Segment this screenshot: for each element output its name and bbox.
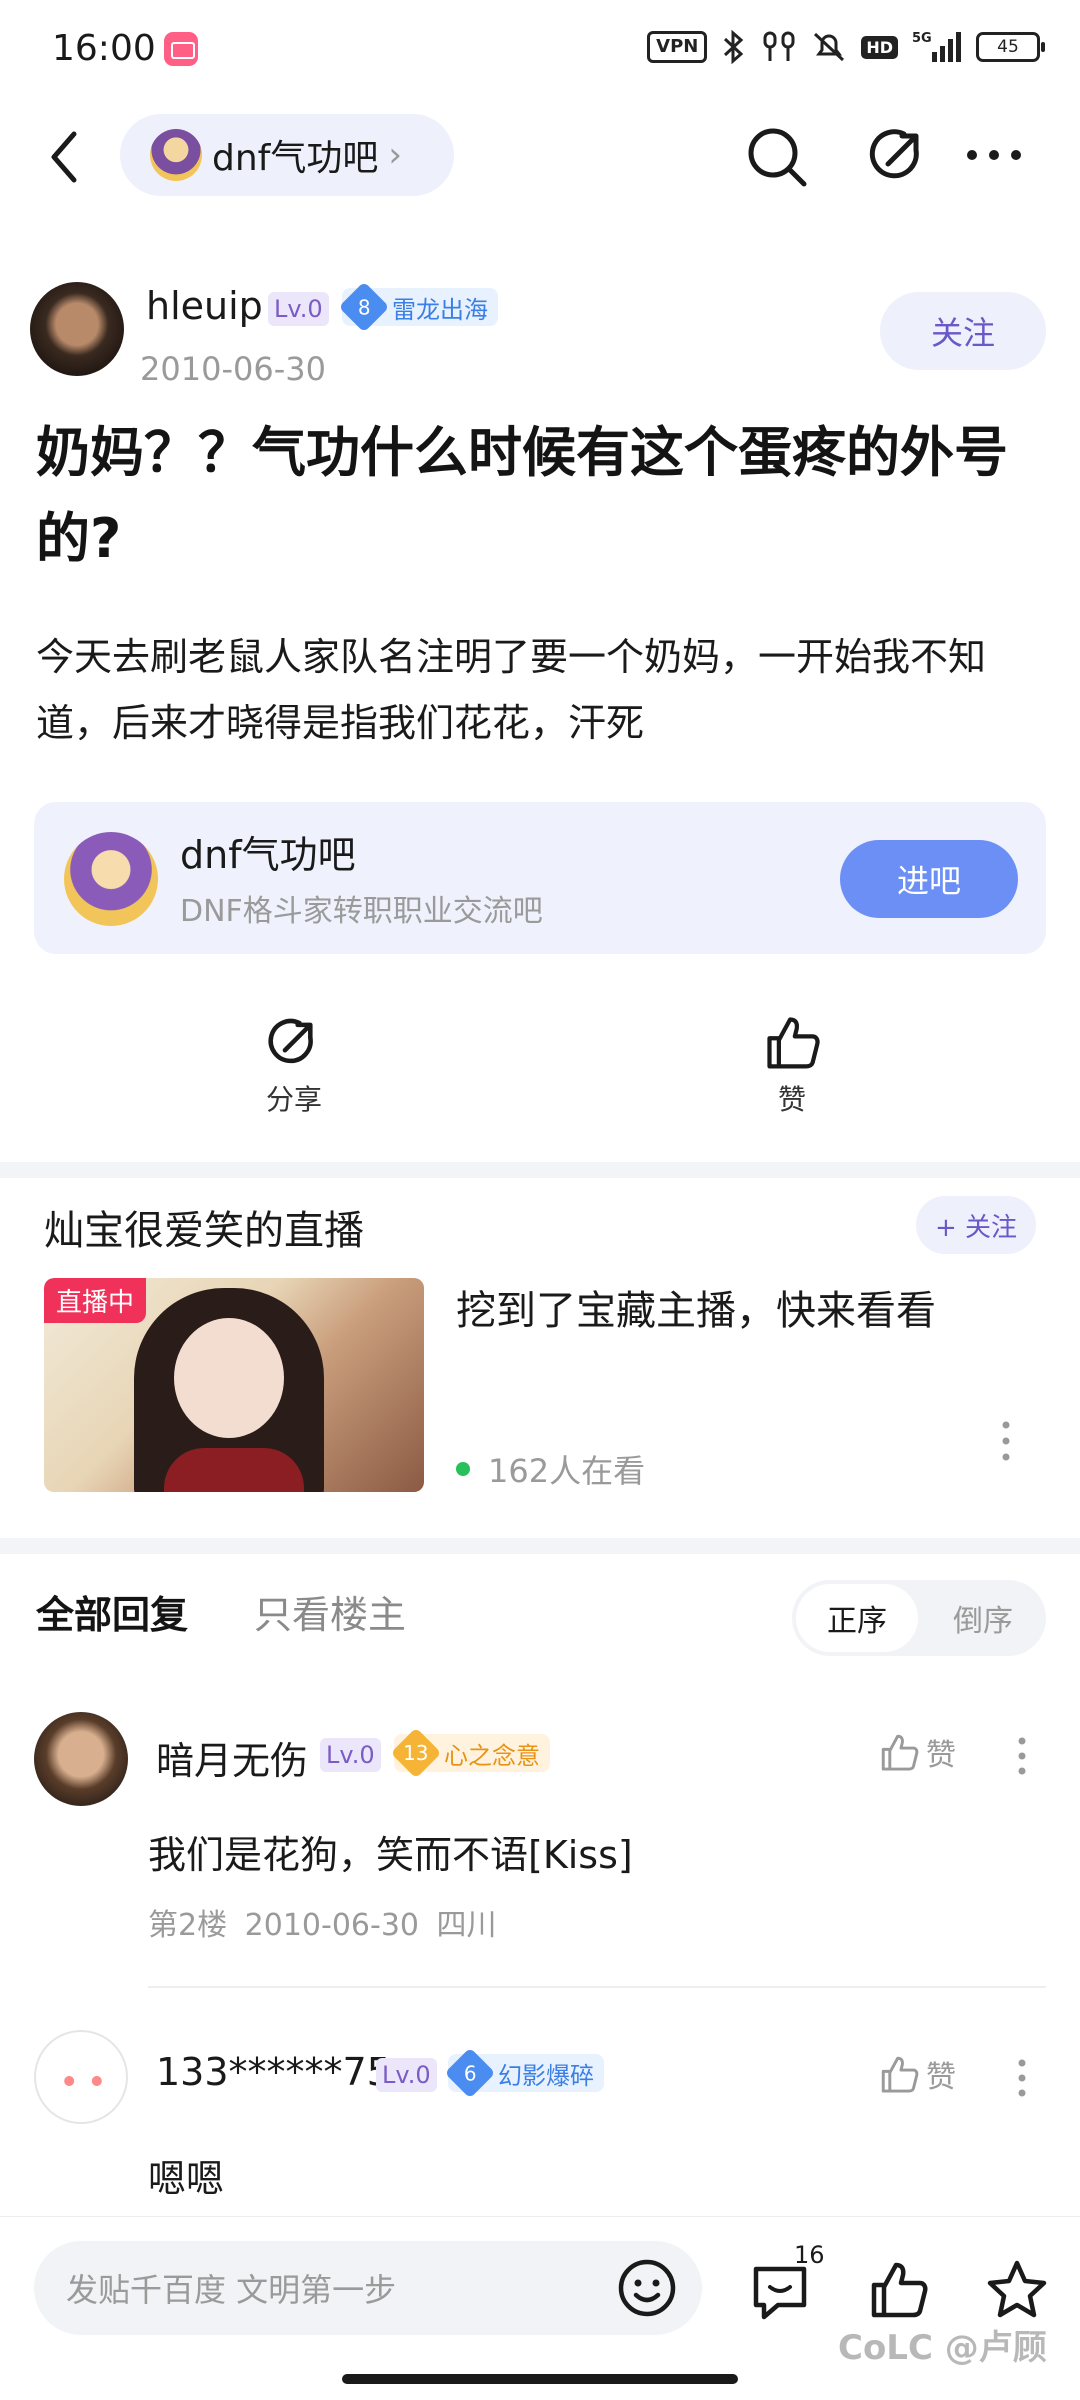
reply-like-button[interactable]: 赞 xyxy=(878,2052,956,2096)
title-num: 6 xyxy=(463,2060,477,2085)
more-horizontal-icon[interactable] xyxy=(962,130,1026,180)
emoji-icon[interactable] xyxy=(616,2257,678,2319)
reply-like-label: 赞 xyxy=(926,2060,956,2095)
section-divider xyxy=(0,1162,1080,1178)
mute-icon xyxy=(814,32,845,62)
reply-text: 嗯嗯 xyxy=(148,2157,225,2201)
live-viewer-count: 162人在看 xyxy=(488,1452,646,1490)
reply-floor: 第2楼 xyxy=(148,1908,228,1943)
title-num: 8 xyxy=(357,294,371,319)
author-name[interactable]: hleuip xyxy=(146,284,263,328)
enter-forum-button[interactable]: 进吧 xyxy=(840,840,1018,918)
title-name: 雷龙出海 xyxy=(392,295,488,324)
status-icons: VPN HD 5G 45 xyxy=(647,30,1045,64)
more-vertical-icon[interactable] xyxy=(1012,1734,1032,1778)
title-name: 心之念意 xyxy=(444,1741,540,1770)
reply-meta: 第2楼 2010-06-30 四川 xyxy=(148,1900,497,1944)
like-action[interactable]: 赞 xyxy=(742,1012,842,1118)
reply-text: 我们是花狗，笑而不语[Kiss] xyxy=(148,1833,633,1877)
author-level-badge: Lv.0 xyxy=(268,292,329,326)
hd-indicator: HD xyxy=(861,35,898,59)
share-icon[interactable] xyxy=(866,124,930,188)
like-label: 赞 xyxy=(777,1083,806,1116)
forum-card-description: DNF格斗家转职职业交流吧 xyxy=(180,894,543,929)
live-thumbnail[interactable]: 直播中 xyxy=(44,1278,424,1492)
reply-input-placeholder: 发贴千百度 文明第一步 xyxy=(66,2271,397,2309)
reply-title-badge: 13 心之念意 xyxy=(390,1727,550,1779)
bottom-bar: 发贴千百度 文明第一步 16 xyxy=(0,2216,1080,2400)
battery-indicator: 45 xyxy=(976,32,1045,62)
section-divider xyxy=(0,1538,1080,1554)
reply-avatar[interactable] xyxy=(34,1712,128,1806)
live-status-dot xyxy=(456,1462,470,1476)
live-follow-button[interactable]: + 关注 xyxy=(916,1196,1036,1254)
title-name: 幻影爆碎 xyxy=(498,2061,594,2090)
reply-author-name[interactable]: 133******75 xyxy=(156,2050,391,2094)
tab-op-only[interactable]: 只看楼主 xyxy=(254,1584,406,1639)
share-icon xyxy=(268,1018,313,1064)
more-vertical-icon[interactable] xyxy=(996,1418,1016,1464)
back-arrow-icon[interactable] xyxy=(40,122,90,192)
search-icon[interactable] xyxy=(742,122,812,192)
forum-pill[interactable]: dnf气功吧 › xyxy=(120,114,454,196)
author-avatar[interactable] xyxy=(30,282,124,376)
live-badge: 直播中 xyxy=(44,1278,147,1323)
reply-title-badge: 6 幻影爆碎 xyxy=(444,2047,604,2099)
live-caption[interactable]: 挖到了宝藏主播，快来看看 xyxy=(456,1278,936,1336)
reply-input[interactable]: 发贴千百度 文明第一步 xyxy=(34,2241,702,2335)
tab-all-replies[interactable]: 全部回复 xyxy=(36,1584,188,1639)
status-time: 16:00 xyxy=(52,28,156,69)
reply-divider xyxy=(148,1986,1046,1988)
share-action[interactable]: 分享 xyxy=(244,1014,344,1118)
title-num: 13 xyxy=(403,1740,429,1765)
post-title: 奶妈？？气功什么时候有这个蛋疼的外号的? xyxy=(36,421,1008,570)
sort-toggle: 正序 倒序 xyxy=(792,1580,1046,1656)
forum-card-avatar xyxy=(64,832,158,926)
reply-level-badge: Lv.0 xyxy=(376,2058,437,2092)
reply-level-badge: Lv.0 xyxy=(320,1738,381,1772)
title-num-diamond: 8 xyxy=(338,281,390,333)
bluetooth-icon xyxy=(724,30,744,64)
reply-location: 四川 xyxy=(436,1908,497,1943)
more-vertical-icon[interactable] xyxy=(1012,2056,1032,2100)
reply-like-button[interactable]: 赞 xyxy=(878,1730,956,1774)
live-streamer-title[interactable]: 灿宝很爱笑的直播 xyxy=(44,1198,364,1256)
thumbs-up-icon xyxy=(767,1017,820,1069)
reply-like-label: 赞 xyxy=(926,1738,956,1773)
forum-avatar xyxy=(150,129,202,181)
svg-text:5G: 5G xyxy=(912,31,932,46)
vpn-indicator: VPN xyxy=(647,31,708,63)
post-body: 今天去刷老鼠人家队名注明了要一个奶妈，一开始我不知道，后来才晓得是指我们花花，汗… xyxy=(36,635,987,745)
watermark: CoLC @卢顾 xyxy=(838,2328,1047,2368)
earbuds-icon xyxy=(763,31,795,61)
chevron-right-icon: › xyxy=(388,135,402,175)
star-icon[interactable] xyxy=(984,2257,1050,2323)
title-num-diamond: 13 xyxy=(390,1727,442,1779)
thumbs-up-icon xyxy=(881,2056,919,2093)
home-indicator[interactable] xyxy=(342,2374,738,2384)
share-label: 分享 xyxy=(265,1083,322,1116)
bilibili-app-icon xyxy=(164,32,198,66)
forum-card[interactable]: dnf气功吧 DNF格斗家转职职业交流吧 进吧 xyxy=(34,802,1046,954)
author-title-badge: 8 雷龙出海 xyxy=(338,281,498,333)
forum-card-name: dnf气功吧 xyxy=(180,833,356,877)
follow-button[interactable]: 关注 xyxy=(880,292,1046,370)
signal-icon: 5G xyxy=(912,31,961,62)
sort-ascending-button[interactable]: 正序 xyxy=(796,1584,918,1652)
thumbs-up-icon[interactable] xyxy=(866,2257,930,2321)
title-num-diamond: 6 xyxy=(444,2047,496,2099)
thumbs-up-icon xyxy=(881,1734,919,1771)
reply-author-name[interactable]: 暗月无伤 xyxy=(156,1730,308,1785)
comment-count: 16 xyxy=(794,2241,825,2269)
forum-pill-label: dnf气功吧 xyxy=(212,138,379,179)
post-date: 2010-06-30 xyxy=(140,350,326,388)
reply-avatar[interactable] xyxy=(34,2030,128,2124)
sort-descending-button[interactable]: 倒序 xyxy=(922,1584,1044,1652)
reply-date: 2010-06-30 xyxy=(244,1908,419,1943)
